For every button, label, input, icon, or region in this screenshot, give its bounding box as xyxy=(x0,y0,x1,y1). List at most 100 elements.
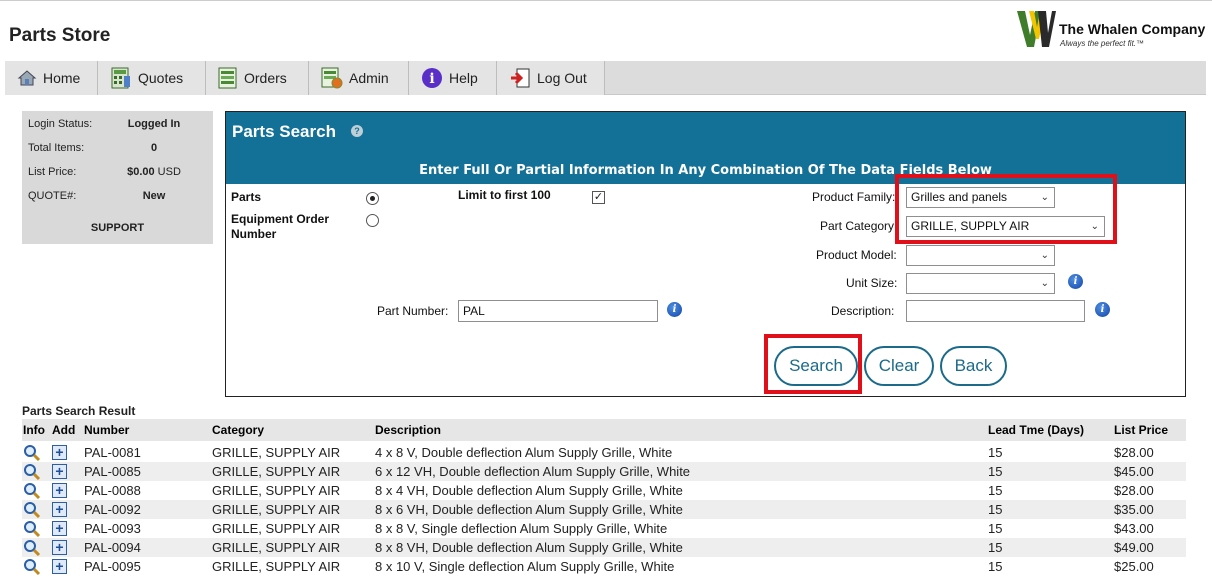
support-link[interactable]: SUPPORT xyxy=(22,222,213,234)
list-price-amount: $0.00 xyxy=(127,166,155,178)
row-list-price: $28.00 xyxy=(1114,445,1154,460)
row-list-price: $28.00 xyxy=(1114,483,1154,498)
calculator-icon xyxy=(111,67,130,89)
row-category: GRILLE, SUPPLY AIR xyxy=(212,502,341,517)
add-to-quote-icon[interactable]: + xyxy=(52,483,67,498)
nav-orders-label: Orders xyxy=(244,70,287,86)
nav-quotes-label: Quotes xyxy=(138,70,184,86)
question-icon[interactable]: ? xyxy=(351,125,363,137)
col-info: Info xyxy=(23,423,45,437)
top-bar: Parts Store The Whalen Company Always th… xyxy=(0,0,1212,60)
row-number: PAL-0085 xyxy=(84,464,141,479)
magnifier-icon[interactable] xyxy=(23,539,41,556)
clear-button[interactable]: Clear xyxy=(864,346,934,386)
nav-logout-label: Log Out xyxy=(537,70,587,86)
table-row: + PAL-0085 GRILLE, SUPPLY AIR 6 x 12 VH, Do… xyxy=(22,462,1186,481)
chevron-down-icon: ⌄ xyxy=(1040,278,1049,289)
parts-radio[interactable] xyxy=(366,192,379,205)
magnifier-icon[interactable] xyxy=(23,558,41,575)
magnifier-icon[interactable] xyxy=(23,444,41,461)
row-description: 8 x 8 V, Single deflection Alum Supply G… xyxy=(375,521,668,536)
magnifier-icon[interactable] xyxy=(23,520,41,537)
row-lead-time: 15 xyxy=(988,445,1003,460)
add-to-quote-icon[interactable]: + xyxy=(52,464,67,479)
table-row: + PAL-0094 GRILLE, SUPPLY AIR 8 x 8 VH, Dou… xyxy=(22,538,1186,557)
add-to-quote-icon[interactable]: + xyxy=(52,502,67,517)
product-family-label: Product Family: xyxy=(812,190,896,204)
unit-size-info-icon[interactable]: i xyxy=(1068,274,1083,289)
logout-icon xyxy=(511,68,530,88)
table-row: + PAL-0093 GRILLE, SUPPLY AIR 8 x 8 V, Sing… xyxy=(22,519,1186,538)
row-number: PAL-0081 xyxy=(84,445,141,460)
table-row: + PAL-0095 GRILLE, SUPPLY AIR 8 x 10 V, Sin… xyxy=(22,557,1186,576)
description-info-icon[interactable]: i xyxy=(1095,302,1110,317)
add-to-quote-icon[interactable]: + xyxy=(52,540,67,555)
whalen-w-logo-icon xyxy=(1017,11,1056,47)
row-description: 6 x 12 VH, Double deflection Alum Supply… xyxy=(375,464,691,479)
product-model-label: Product Model: xyxy=(816,248,897,262)
col-category: Category xyxy=(212,423,265,437)
product-model-select[interactable]: ⌄ xyxy=(906,245,1055,266)
nav-admin[interactable]: Admin xyxy=(309,61,409,95)
row-category: GRILLE, SUPPLY AIR xyxy=(212,464,341,479)
limit-checkbox[interactable]: ✓ xyxy=(592,191,605,204)
login-status-label: Login Status: xyxy=(28,118,93,130)
add-to-quote-icon[interactable]: + xyxy=(52,445,67,460)
total-items-label: Total Items: xyxy=(28,142,85,154)
list-price-value: $0.00 USD xyxy=(112,166,196,178)
row-number: PAL-0092 xyxy=(84,502,141,517)
parts-search-title: Parts Search xyxy=(232,122,336,141)
equipment-order-radio[interactable] xyxy=(366,214,379,227)
row-lead-time: 15 xyxy=(988,464,1003,479)
magnifier-icon[interactable] xyxy=(23,501,41,518)
row-list-price: $49.00 xyxy=(1114,540,1154,555)
home-icon xyxy=(17,70,37,86)
row-list-price: $35.00 xyxy=(1114,502,1154,517)
part-number-input[interactable]: PAL xyxy=(458,300,658,322)
row-description: 8 x 6 VH, Double deflection Alum Supply … xyxy=(375,502,683,517)
magnifier-icon[interactable] xyxy=(23,482,41,499)
col-number: Number xyxy=(84,423,130,437)
nav-logout[interactable]: Log Out xyxy=(497,61,605,95)
row-category: GRILLE, SUPPLY AIR xyxy=(212,483,341,498)
row-description: 8 x 4 VH, Double deflection Alum Supply … xyxy=(375,483,683,498)
nav-orders[interactable]: Orders xyxy=(206,61,309,95)
row-category: GRILLE, SUPPLY AIR xyxy=(212,540,341,555)
total-items-row: Total Items: 0 xyxy=(28,142,208,158)
list-price-row: List Price: $0.00 USD xyxy=(28,166,208,182)
row-category: GRILLE, SUPPLY AIR xyxy=(212,521,341,536)
main-nav: Home Quotes Orders Admin i Help Log Out xyxy=(5,61,1206,95)
col-lead-time: Lead Tme (Days) xyxy=(988,423,1085,437)
list-price-unit: USD xyxy=(157,166,181,178)
nav-home[interactable]: Home xyxy=(5,61,98,95)
part-number-info-icon[interactable]: i xyxy=(667,302,682,317)
total-items-value: 0 xyxy=(150,142,158,154)
quote-number-value: New xyxy=(142,190,166,202)
logo-company-name: The Whalen Company xyxy=(1059,21,1206,37)
admin-sheet-icon xyxy=(321,67,343,89)
nav-help[interactable]: i Help xyxy=(409,61,497,95)
nav-admin-label: Admin xyxy=(349,70,389,86)
back-button[interactable]: Back xyxy=(940,346,1007,386)
list-price-label: List Price: xyxy=(28,166,77,178)
nav-quotes[interactable]: Quotes xyxy=(98,61,206,95)
login-status-row: Login Status: Logged In xyxy=(28,118,208,134)
quote-number-label: QUOTE#: xyxy=(28,190,77,202)
row-list-price: $43.00 xyxy=(1114,521,1154,536)
add-to-quote-icon[interactable]: + xyxy=(52,559,67,574)
description-label: Description: xyxy=(831,304,895,318)
row-category: GRILLE, SUPPLY AIR xyxy=(212,559,341,574)
row-list-price: $45.00 xyxy=(1114,464,1154,479)
spreadsheet-icon xyxy=(218,67,237,89)
help-circle-icon: i xyxy=(422,68,442,88)
col-add: Add xyxy=(52,423,76,437)
unit-size-select[interactable]: ⌄ xyxy=(906,273,1055,294)
nav-home-label: Home xyxy=(43,70,81,86)
company-logo[interactable]: The Whalen Company Always the perfect fi… xyxy=(1016,9,1206,51)
login-status-value: Logged In xyxy=(127,118,181,130)
add-to-quote-icon[interactable]: + xyxy=(52,521,67,536)
magnifier-icon[interactable] xyxy=(23,463,41,480)
login-status-panel: Login Status: Logged In Total Items: 0 L… xyxy=(22,111,213,244)
description-input[interactable] xyxy=(906,300,1085,322)
quote-number-row: QUOTE#: New xyxy=(28,190,208,206)
